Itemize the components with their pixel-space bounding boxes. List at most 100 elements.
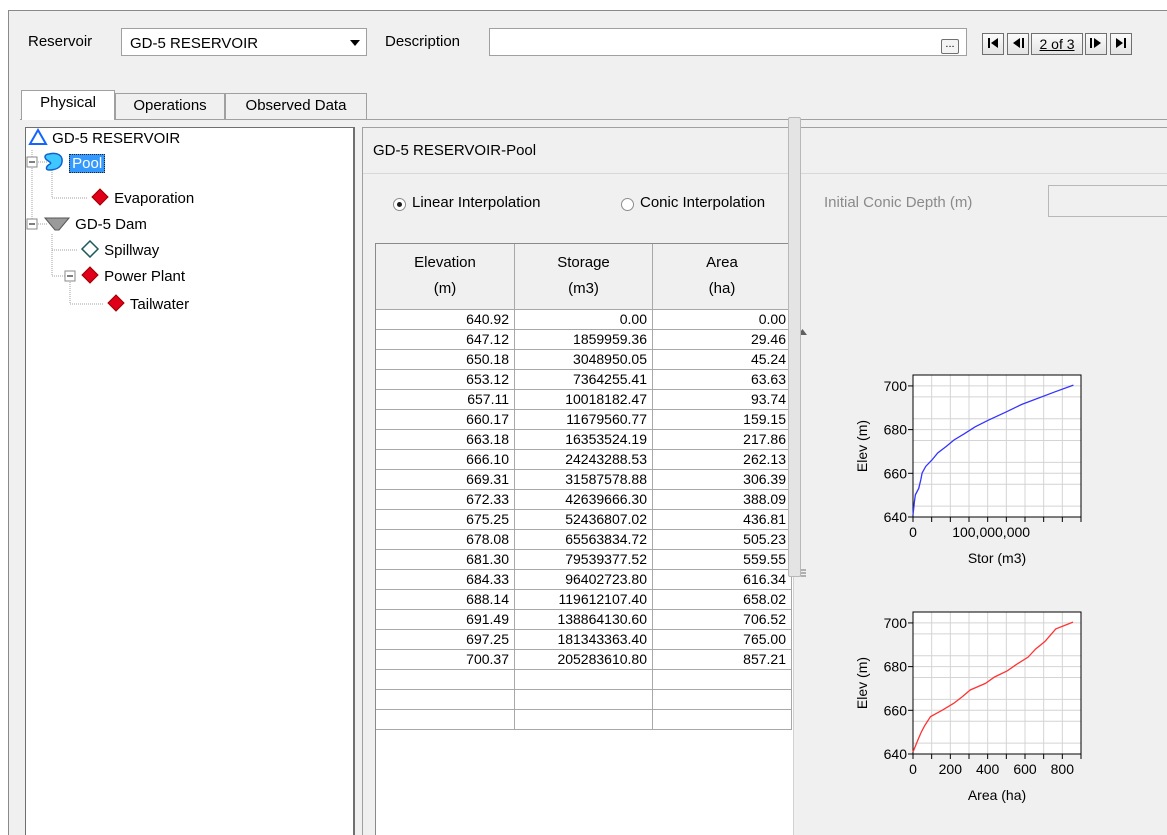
tree-item-reservoir[interactable]: GD-5 RESERVOIR [28, 127, 180, 147]
elevation-cell[interactable]: 691.49 [376, 610, 515, 630]
elevation-cell[interactable] [376, 670, 515, 690]
tree-item-tailwater[interactable]: Tailwater [106, 294, 189, 313]
elevation-cell[interactable]: 697.25 [376, 630, 515, 650]
first-record-button[interactable] [982, 33, 1004, 55]
area-cell[interactable]: 29.46 [653, 330, 792, 350]
storage-cell[interactable]: 11679560.77 [515, 410, 653, 430]
tree-item-power-plant[interactable]: Power Plant [80, 266, 185, 285]
elevation-cell[interactable]: 675.25 [376, 510, 515, 530]
tab-operations[interactable]: Operations [115, 93, 225, 119]
area-cell[interactable]: 45.24 [653, 350, 792, 370]
storage-cell[interactable]: 119612107.40 [515, 590, 653, 610]
description-browse-button[interactable]: ... [941, 39, 959, 54]
storage-cell[interactable]: 79539377.52 [515, 550, 653, 570]
area-chart-x-tick-label: 600 [1013, 761, 1037, 777]
area-cell[interactable]: 306.39 [653, 470, 792, 490]
storage-cell[interactable]: 24243288.53 [515, 450, 653, 470]
area-cell[interactable]: 505.23 [653, 530, 792, 550]
header-elevation-unit: (m) [433, 280, 457, 297]
column-header-area[interactable]: Area (ha) [653, 244, 792, 310]
area-cell[interactable]: 765.00 [653, 630, 792, 650]
area-cell[interactable]: 388.09 [653, 490, 792, 510]
reservoir-editor-window: Reservoir GD-5 RESERVOIR Description ...… [8, 10, 1167, 835]
storage-cell[interactable]: 10018182.47 [515, 390, 653, 410]
tab-observed-data[interactable]: Observed Data [225, 93, 367, 119]
storage-cell[interactable]: 52436807.02 [515, 510, 653, 530]
storage-cell[interactable] [515, 690, 653, 710]
elevation-cell[interactable]: 672.33 [376, 490, 515, 510]
elevation-cell[interactable]: 700.37 [376, 650, 515, 670]
tree-label-evaporation: Evaporation [114, 190, 195, 207]
area-cell[interactable]: 63.63 [653, 370, 792, 390]
storage-cell[interactable]: 181343363.40 [515, 630, 653, 650]
tree-item-pool[interactable]: Pool [43, 152, 106, 173]
area-cell[interactable]: 658.02 [653, 590, 792, 610]
description-label: Description [385, 33, 461, 50]
area-cell[interactable] [653, 690, 792, 710]
conic-interpolation-radio[interactable] [621, 198, 634, 211]
table-scroll-thumb[interactable] [788, 117, 801, 577]
area-cell[interactable]: 262.13 [653, 450, 792, 470]
chevron-down-icon[interactable] [350, 40, 360, 46]
elevation-cell[interactable]: 669.31 [376, 470, 515, 490]
elevation-cell[interactable]: 660.17 [376, 410, 515, 430]
last-record-button[interactable] [1110, 33, 1132, 55]
elevation-cell[interactable]: 657.11 [376, 390, 515, 410]
elevation-cell[interactable]: 650.18 [376, 350, 515, 370]
elevation-cell[interactable] [376, 710, 515, 730]
tree-item-evaporation[interactable]: Evaporation [90, 188, 194, 207]
elevation-cell[interactable] [376, 690, 515, 710]
tree-item-dam[interactable]: GD-5 Dam [43, 214, 147, 233]
storage-cell[interactable] [515, 670, 653, 690]
elevation-cell[interactable]: 663.18 [376, 430, 515, 450]
storage-cell[interactable]: 0.00 [515, 310, 653, 330]
storage-cell[interactable]: 7364255.41 [515, 370, 653, 390]
elevation-cell[interactable]: 684.33 [376, 570, 515, 590]
linear-interpolation-radio[interactable] [393, 198, 406, 211]
area-cell[interactable]: 706.52 [653, 610, 792, 630]
column-header-elevation[interactable]: Elevation (m) [376, 244, 515, 310]
area-cell[interactable]: 436.81 [653, 510, 792, 530]
next-record-button[interactable] [1085, 33, 1107, 55]
elevation-cell[interactable]: 681.30 [376, 550, 515, 570]
area-chart-y-axis-label: Elev (m) [854, 657, 870, 709]
elevation-cell[interactable]: 653.12 [376, 370, 515, 390]
storage-cell[interactable]: 96402723.80 [515, 570, 653, 590]
storage-cell[interactable]: 1859959.36 [515, 330, 653, 350]
storage-cell[interactable]: 138864130.60 [515, 610, 653, 630]
area-cell[interactable]: 559.55 [653, 550, 792, 570]
dam-icon [43, 217, 71, 231]
power-plant-diamond-icon [81, 266, 99, 284]
tree-label-spillway: Spillway [104, 242, 160, 259]
area-cell[interactable] [653, 710, 792, 730]
reservoir-select[interactable]: GD-5 RESERVOIR [121, 28, 367, 56]
storage-cell[interactable] [515, 710, 653, 730]
storage-cell[interactable]: 31587578.88 [515, 470, 653, 490]
header-storage-unit: (m3) [568, 280, 599, 297]
storage-chart-y-tick-label: 700 [884, 378, 908, 394]
storage-chart-plot-area [913, 375, 1081, 517]
column-header-storage[interactable]: Storage (m3) [515, 244, 653, 310]
storage-cell[interactable]: 205283610.80 [515, 650, 653, 670]
elevation-cell[interactable]: 640.92 [376, 310, 515, 330]
tree-item-spillway[interactable]: Spillway [80, 239, 160, 259]
area-cell[interactable] [653, 670, 792, 690]
initial-conic-depth-input[interactable] [1048, 185, 1167, 217]
area-cell[interactable]: 93.74 [653, 390, 792, 410]
elevation-cell[interactable]: 688.14 [376, 590, 515, 610]
storage-cell[interactable]: 65563834.72 [515, 530, 653, 550]
previous-record-button[interactable] [1007, 33, 1029, 55]
elevation-cell[interactable]: 678.08 [376, 530, 515, 550]
description-input[interactable] [489, 28, 967, 56]
area-cell[interactable]: 0.00 [653, 310, 792, 330]
area-cell[interactable]: 159.15 [653, 410, 792, 430]
storage-cell[interactable]: 3048950.05 [515, 350, 653, 370]
storage-cell[interactable]: 16353524.19 [515, 430, 653, 450]
area-cell[interactable]: 217.86 [653, 430, 792, 450]
storage-cell[interactable]: 42639666.30 [515, 490, 653, 510]
elevation-cell[interactable]: 647.12 [376, 330, 515, 350]
area-cell[interactable]: 857.21 [653, 650, 792, 670]
tab-physical[interactable]: Physical [21, 90, 115, 120]
area-cell[interactable]: 616.34 [653, 570, 792, 590]
elevation-cell[interactable]: 666.10 [376, 450, 515, 470]
